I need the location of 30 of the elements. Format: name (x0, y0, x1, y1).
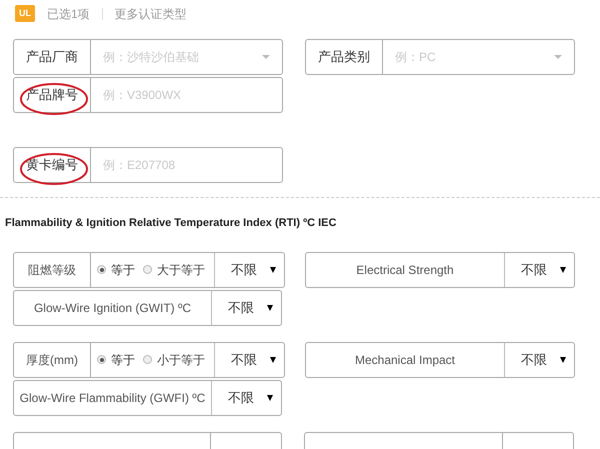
dropdown-caret-icon (270, 356, 276, 362)
value-select[interactable]: 不限 (214, 252, 284, 286)
dropdown-caret-icon (554, 55, 562, 59)
selected-count: 已选1项 (47, 6, 90, 22)
dropdown-caret-icon (560, 356, 566, 362)
value-select[interactable]: 不限 (211, 380, 281, 414)
dropdown-caret-icon (267, 304, 273, 310)
field-label: 产品牌号 (14, 78, 91, 112)
field-label: 产品类别 (306, 40, 383, 74)
filter-label: 阻燃等级 (14, 252, 91, 286)
radio-option[interactable]: 小于等于 (143, 350, 205, 368)
radio-option[interactable]: 大于等于 (143, 260, 205, 278)
value-select[interactable]: 不限 (211, 290, 281, 324)
field-label: 产品厂商 (14, 40, 91, 74)
dropdown-caret-icon (267, 394, 273, 400)
filter-label: 厚度(mm) (14, 342, 91, 376)
filter-label: Mechanical Impact (354, 352, 456, 368)
value-select[interactable]: 不限 (504, 252, 574, 286)
filter-label: Glow-Wire Flammability (GWFI) ºC (18, 390, 206, 406)
dropdown-caret-icon (262, 55, 270, 59)
field-label: 黄卡编号 (14, 148, 91, 182)
radio-option[interactable]: 等于 (97, 260, 135, 278)
filter-label: Electrical Strength (355, 262, 455, 278)
value-select[interactable]: 不限 (214, 342, 284, 376)
dropdown-caret-icon (270, 266, 276, 272)
radio-option[interactable]: 等于 (97, 350, 135, 368)
section-title: Flammability & Ignition Relative Temperature Index (RTI) ºC IEC (4, 216, 338, 231)
value-select[interactable]: 不限 (504, 342, 574, 376)
filter-label: Glow-Wire Ignition (GWIT) ºC (32, 300, 192, 316)
dropdown-caret-icon (560, 266, 566, 272)
